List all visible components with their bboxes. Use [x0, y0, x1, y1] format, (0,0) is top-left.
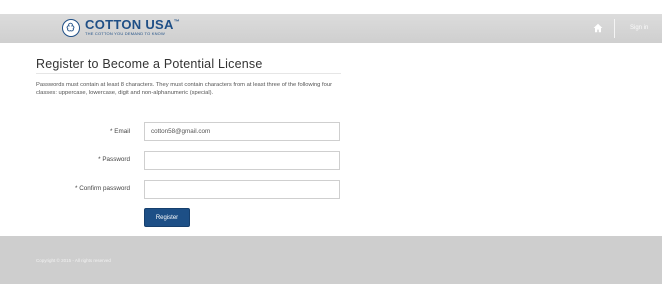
register-button[interactable]: Register — [144, 208, 190, 227]
password-field[interactable] — [144, 151, 340, 170]
password-label-text: Password — [102, 156, 130, 163]
site-header: COTTON USA™ THE COTTON YOU DEMAND TO KNO… — [0, 14, 662, 43]
site-footer: Copyright © 2015 - All rights reserved — [0, 236, 662, 284]
required-marker: * — [98, 156, 101, 163]
logo-tagline: THE COTTON YOU DEMAND TO KNOW — [85, 31, 165, 36]
email-label-text: Email — [114, 128, 130, 135]
home-icon[interactable] — [593, 23, 603, 33]
confirm-password-label-text: Confirm password — [79, 185, 130, 192]
logo-wordmark: COTTON USA™ — [85, 17, 180, 32]
email-label: * Email — [110, 128, 130, 135]
page-title: Register to Become a Potential License — [36, 57, 263, 71]
nav-divider — [614, 19, 615, 38]
top-strip — [0, 0, 662, 14]
confirm-password-label: * Confirm password — [75, 185, 130, 192]
email-field[interactable] — [144, 122, 340, 141]
logo-trademark: ™ — [173, 19, 181, 26]
sign-in-link[interactable]: Sign in — [630, 25, 648, 31]
copyright-text: Copyright © 2015 - All rights reserved — [36, 258, 111, 263]
confirm-password-field[interactable] — [144, 180, 340, 199]
title-divider — [36, 73, 341, 74]
logo-text: COTTON USA — [85, 17, 174, 32]
password-instructions: Passwords must contain at least 8 charac… — [36, 82, 332, 96]
required-marker: * — [75, 185, 78, 192]
required-marker: * — [110, 128, 113, 135]
cotton-boll-icon — [62, 19, 80, 37]
password-label: * Password — [98, 156, 130, 163]
